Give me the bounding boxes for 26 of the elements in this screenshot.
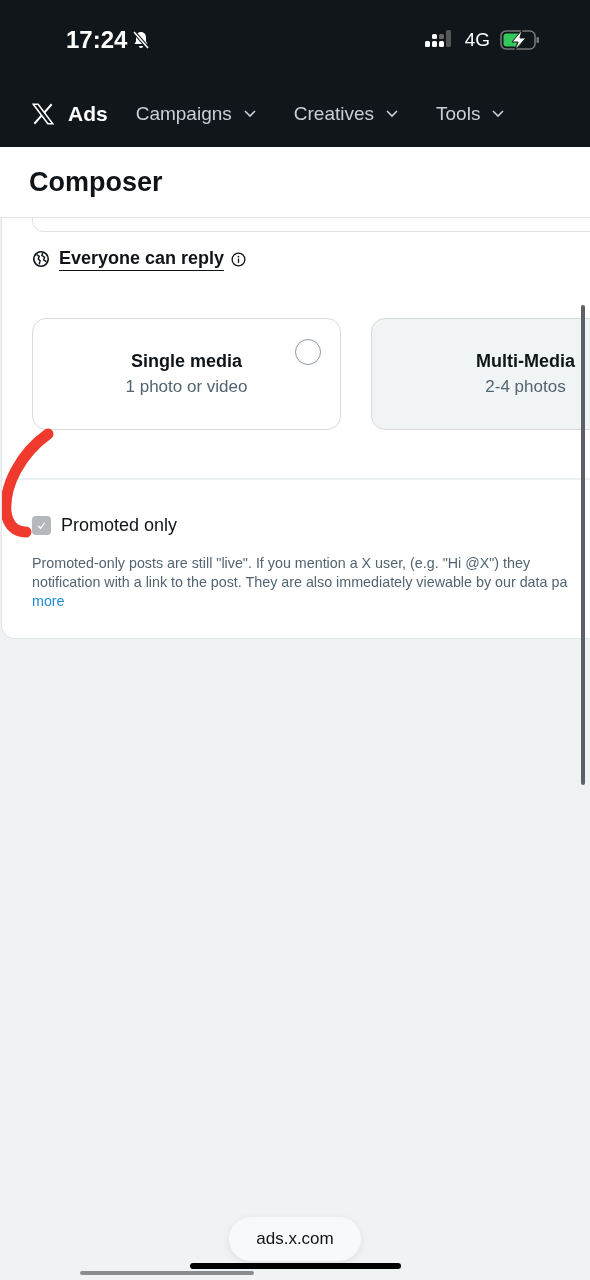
brand-name: Ads [68, 101, 108, 126]
option-title: Multi-Media [476, 351, 575, 372]
chevron-down-icon [243, 109, 256, 118]
network-type: 4G [464, 29, 490, 51]
nav-menu[interactable]: Creatives [293, 102, 399, 125]
nav-menu[interactable]: Campaigns [135, 102, 256, 125]
option-subtitle: 1 photo or video [125, 377, 248, 397]
chevron-down-icon [386, 109, 399, 118]
address-bar[interactable]: ads.x.com [229, 1217, 361, 1261]
checkbox-label: Promoted only [61, 514, 178, 536]
signal-icon [424, 30, 453, 50]
status-time: 17:24 [66, 26, 128, 54]
battery-charging-icon [500, 29, 540, 51]
globe-icon [32, 250, 50, 268]
x-logo-icon[interactable] [30, 100, 56, 127]
media-option-card[interactable]: Single media 1 photo or video [32, 318, 341, 430]
nav-menu[interactable]: Tools [436, 102, 505, 125]
option-title: Single media [130, 351, 242, 372]
description-text: notification with a link to the post. They are also immediately viewable by our data pa [32, 573, 568, 592]
option-subtitle: 2-4 photos [485, 377, 566, 397]
reply-setting-link[interactable]: Everyone can reply [59, 247, 225, 271]
chevron-down-icon [492, 109, 505, 118]
description-text: Promoted-only posts are still "live". If you mention a X user, (e.g. "Hi @X") they [32, 554, 531, 573]
page-title: Composer [29, 166, 163, 198]
bell-muted-icon [131, 30, 152, 50]
info-icon[interactable] [231, 251, 247, 267]
